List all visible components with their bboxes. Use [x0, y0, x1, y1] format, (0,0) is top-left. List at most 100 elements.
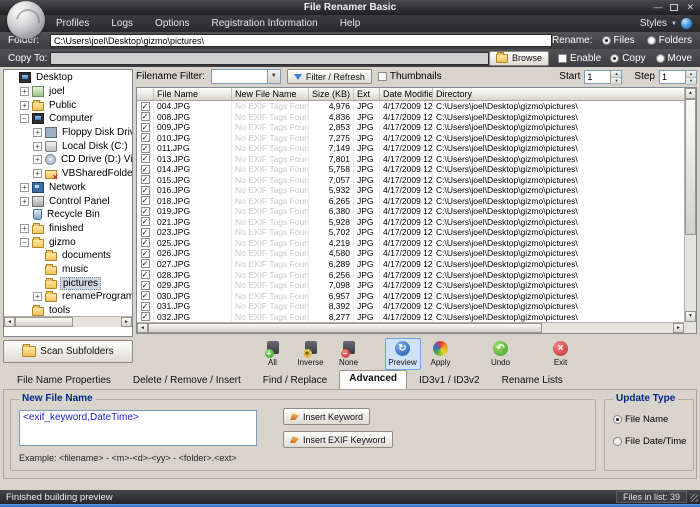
all-button[interactable]: +All: [255, 338, 291, 370]
row-checkbox[interactable]: [137, 112, 154, 123]
insert-keyword-button[interactable]: Insert Keyword: [283, 408, 370, 425]
row-checkbox[interactable]: [137, 290, 154, 301]
tree-item-computer[interactable]: −Computer: [4, 112, 132, 126]
menu-item-options[interactable]: Options: [155, 18, 189, 29]
table-row[interactable]: 015.JPGNo EXIF Tags Found7,057JPG4/17/20…: [137, 175, 684, 186]
row-checkbox[interactable]: [137, 311, 154, 322]
scrollbar-thumb[interactable]: [148, 323, 542, 333]
tab-rename-lists[interactable]: Rename Lists: [492, 372, 573, 389]
tree-item-renameprograms[interactable]: +renamePrograms: [4, 290, 132, 304]
table-row[interactable]: 030.JPGNo EXIF Tags Found6,957JPG4/17/20…: [137, 290, 684, 301]
column-header-directory[interactable]: Directory: [433, 88, 684, 100]
table-row[interactable]: 011.JPGNo EXIF Tags Found7,149JPG4/17/20…: [137, 143, 684, 154]
start-spinner[interactable]: ▲▼: [610, 71, 621, 83]
tree-item-desktop[interactable]: Desktop: [4, 71, 132, 85]
scroll-down-icon[interactable]: ▼: [685, 311, 696, 322]
table-row[interactable]: 009.JPGNo EXIF Tags Found2,853JPG4/17/20…: [137, 122, 684, 133]
tab-file-name-properties[interactable]: File Name Properties: [7, 372, 121, 389]
tree-item-vbsharedfolder-vboxsvr-z[interactable]: +VBSharedFolder (\\vboxsvr) (Z: [4, 167, 132, 181]
expand-icon[interactable]: +: [33, 292, 42, 301]
table-row[interactable]: 021.JPGNo EXIF Tags Found5,928JPG4/17/20…: [137, 217, 684, 228]
tab-id3v1-id3v2[interactable]: ID3v1 / ID3v2: [409, 372, 490, 389]
row-checkbox[interactable]: [137, 248, 154, 259]
folder-input[interactable]: [50, 34, 552, 47]
scrollbar-thumb[interactable]: [685, 99, 696, 235]
tree-item-floppy-disk-drive-a[interactable]: +Floppy Disk Drive (A:): [4, 126, 132, 140]
column-header-file-name[interactable]: File Name: [154, 88, 232, 100]
tree-item-recycle-bin[interactable]: Recycle Bin: [4, 208, 132, 222]
tree-item-tools[interactable]: tools: [4, 304, 132, 316]
inverse-button[interactable]: ✶Inverse: [293, 338, 329, 370]
scroll-up-icon[interactable]: ▲: [685, 88, 696, 99]
new-file-name-input[interactable]: <exif_keyword,DateTime>: [19, 410, 257, 446]
expand-icon[interactable]: +: [33, 155, 42, 164]
row-checkbox[interactable]: [137, 227, 154, 238]
row-checkbox[interactable]: [137, 154, 154, 165]
tree-item-public[interactable]: +Public: [4, 98, 132, 112]
tree-item-control-panel[interactable]: +Control Panel: [4, 194, 132, 208]
table-row[interactable]: 008.JPGNo EXIF Tags Found4,836JPG4/17/20…: [137, 112, 684, 123]
row-checkbox[interactable]: [137, 101, 154, 112]
menu-item-registration-information[interactable]: Registration Information: [212, 18, 318, 29]
table-row[interactable]: 004.JPGNo EXIF Tags Found4,976JPG4/17/20…: [137, 101, 684, 112]
row-checkbox[interactable]: [137, 133, 154, 144]
copymode-radio-move[interactable]: Move: [656, 53, 692, 64]
scan-subfolders-button[interactable]: Scan Subfolders: [3, 340, 133, 363]
help-icon[interactable]: [681, 18, 692, 29]
scroll-left-icon[interactable]: ◄: [137, 323, 148, 333]
update-type-radio-file-name[interactable]: File Name: [613, 414, 668, 425]
close-button[interactable]: ✕: [686, 1, 694, 13]
scrollbar-thumb[interactable]: [15, 317, 73, 327]
expand-icon[interactable]: +: [20, 224, 29, 233]
row-checkbox[interactable]: [137, 301, 154, 312]
table-row[interactable]: 032.JPGNo EXIF Tags Found8,277JPG4/17/20…: [137, 311, 684, 322]
table-row[interactable]: 023.JPGNo EXIF Tags Found5,702JPG4/17/20…: [137, 227, 684, 238]
table-row[interactable]: 018.JPGNo EXIF Tags Found6,265JPG4/17/20…: [137, 196, 684, 207]
row-checkbox[interactable]: [137, 259, 154, 270]
table-row[interactable]: 019.JPGNo EXIF Tags Found6,380JPG4/17/20…: [137, 206, 684, 217]
expand-icon[interactable]: +: [33, 142, 42, 151]
tab-find-replace[interactable]: Find / Replace: [253, 372, 337, 389]
expand-icon[interactable]: +: [20, 101, 29, 110]
scroll-left-icon[interactable]: ◄: [4, 317, 15, 327]
menu-item-profiles[interactable]: Profiles: [56, 18, 89, 29]
tree-item-finished[interactable]: +finished: [4, 222, 132, 236]
row-checkbox[interactable]: [137, 206, 154, 217]
chevron-down-icon[interactable]: ▼: [267, 70, 280, 83]
tree-item-cd-drive-d-virtualbox-guest[interactable]: +CD Drive (D:) VirtualBox Guest: [4, 153, 132, 167]
step-spinner[interactable]: ▲▼: [685, 71, 696, 83]
table-row[interactable]: 029.JPGNo EXIF Tags Found7,098JPG4/17/20…: [137, 280, 684, 291]
tree-item-network[interactable]: +Network: [4, 181, 132, 195]
tree-item-joel[interactable]: +joel: [4, 85, 132, 99]
expand-icon[interactable]: +: [20, 183, 29, 192]
rename-radio-folders[interactable]: Folders: [647, 35, 692, 46]
collapse-icon[interactable]: −: [20, 114, 29, 123]
menu-item-help[interactable]: Help: [340, 18, 361, 29]
row-checkbox[interactable]: [137, 269, 154, 280]
column-header-date-modified[interactable]: Date Modified: [380, 88, 433, 100]
column-header-ext[interactable]: Ext: [354, 88, 380, 100]
table-horizontal-scrollbar[interactable]: ◄ ►: [137, 322, 684, 333]
table-row[interactable]: 013.JPGNo EXIF Tags Found7,801JPG4/17/20…: [137, 154, 684, 165]
browse-button[interactable]: Browse: [489, 51, 549, 66]
expand-icon[interactable]: +: [33, 169, 42, 178]
scroll-right-icon[interactable]: ►: [673, 323, 684, 333]
column-header-size-kb[interactable]: Size (KB): [309, 88, 354, 100]
apply-button[interactable]: Apply: [423, 338, 459, 370]
tree-horizontal-scrollbar[interactable]: ◄ ►: [4, 316, 132, 327]
copymode-radio-copy[interactable]: Copy: [610, 53, 645, 64]
expand-icon[interactable]: +: [33, 128, 42, 137]
column-header-new-file-name[interactable]: New File Name: [232, 88, 309, 100]
table-row[interactable]: 014.JPGNo EXIF Tags Found5,758JPG4/17/20…: [137, 164, 684, 175]
tab-delete-remove-insert[interactable]: Delete / Remove / Insert: [123, 372, 251, 389]
preview-button[interactable]: ↻Preview: [385, 338, 421, 370]
step-input[interactable]: 1 ▲▼: [659, 70, 697, 84]
tree-item-gizmo[interactable]: −gizmo: [4, 235, 132, 249]
row-checkbox[interactable]: [137, 175, 154, 186]
tree-item-documents[interactable]: documents: [4, 249, 132, 263]
scroll-right-icon[interactable]: ►: [121, 317, 132, 327]
tree-item-local-disk-c[interactable]: +Local Disk (C:): [4, 139, 132, 153]
expand-icon[interactable]: +: [20, 197, 29, 206]
expand-icon[interactable]: +: [20, 87, 29, 96]
row-checkbox[interactable]: [137, 143, 154, 154]
